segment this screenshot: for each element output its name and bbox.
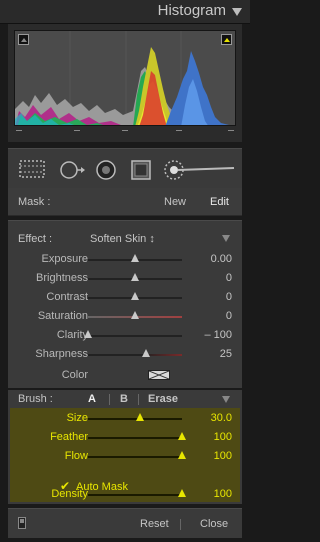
effect-slider-row: Contrast 0 <box>8 289 242 307</box>
brush-b-tab[interactable]: B <box>120 393 128 405</box>
color-label: Color <box>61 369 88 381</box>
panel-toggle-switch[interactable] <box>18 517 26 529</box>
effect-slider-thumb[interactable] <box>131 254 139 262</box>
brush-slider-value[interactable]: 30.0 <box>211 412 232 424</box>
density-track[interactable] <box>88 494 182 496</box>
histogram-title: Histogram <box>157 2 226 19</box>
brush-label: Brush : <box>18 393 53 405</box>
footer-bar: Reset Close <box>8 508 242 538</box>
spot-removal-icon[interactable] <box>58 159 88 181</box>
effect-slider-row: Saturation 0 <box>8 308 242 326</box>
divider <box>109 394 110 405</box>
brush-slider-label: Feather <box>50 431 88 443</box>
brush-slider-value[interactable]: 100 <box>214 431 232 443</box>
brush-slider-track[interactable] <box>88 437 182 439</box>
brush-slider-thumb[interactable] <box>178 451 186 459</box>
reset-button[interactable]: Reset <box>140 518 169 530</box>
brush-settings: Size 30.0 Feather 100 Flow 100 ✔ Auto Mask De… <box>10 408 240 502</box>
brush-slider-thumb[interactable] <box>178 432 186 440</box>
brush-slider-row: Size 30.0 <box>10 410 240 428</box>
color-swatch[interactable] <box>148 370 170 380</box>
density-slider-row: Density 100 <box>10 486 240 504</box>
brush-panel: Brush : A B Erase Size 30.0 Feather 100 Flow… <box>8 390 242 504</box>
histogram-area <box>8 24 242 142</box>
histogram-ticks <box>14 130 236 138</box>
histogram-chart <box>15 31 235 125</box>
brush-slider-label: Flow <box>64 450 88 462</box>
effect-panel: Effect : Soften Skin ↕ Exposure 0.00 Brigh… <box>8 220 242 388</box>
effect-slider-row: Clarity – 100 <box>8 327 242 345</box>
effect-slider-value[interactable]: – 100 <box>204 329 232 341</box>
mask-row: Mask : New Edit <box>8 188 242 216</box>
effect-preset-select[interactable]: Soften Skin ↕ <box>90 233 155 245</box>
mask-edit-button[interactable]: Edit <box>210 196 229 208</box>
color-row: Color <box>8 367 242 385</box>
brush-header: Brush : A B Erase <box>8 390 242 408</box>
brush-slider-row: Feather 100 <box>10 429 240 447</box>
mask-label: Mask : <box>18 196 51 208</box>
effect-slider-thumb[interactable] <box>84 330 92 338</box>
red-eye-icon[interactable] <box>94 159 118 181</box>
effect-slider-label: Brightness <box>36 272 88 284</box>
graduated-filter-icon[interactable] <box>130 159 152 181</box>
effect-slider-label: Contrast <box>46 291 88 303</box>
brush-slider-thumb[interactable] <box>135 413 144 421</box>
highlight-clipping-toggle[interactable] <box>221 34 232 45</box>
effect-slider-thumb[interactable] <box>131 292 139 300</box>
density-thumb[interactable] <box>178 489 186 497</box>
brush-slider-row: Flow 100 <box>10 448 240 466</box>
effect-slider-thumb[interactable] <box>142 349 151 357</box>
effect-slider-label: Sharpness <box>35 348 88 360</box>
effect-collapse-icon[interactable] <box>222 235 230 242</box>
effect-label: Effect : <box>18 233 53 245</box>
effect-slider-track[interactable] <box>88 335 182 337</box>
crop-overlay-icon[interactable] <box>18 159 46 179</box>
brush-slider-value[interactable]: 100 <box>214 450 232 462</box>
histogram-panel-header[interactable]: Histogram <box>0 0 250 24</box>
brush-slider-label: Size <box>66 412 88 424</box>
effect-slider-value[interactable]: 0 <box>226 310 232 322</box>
effect-slider-value[interactable]: 0.00 <box>211 253 232 265</box>
collapse-arrow-icon[interactable] <box>232 8 242 16</box>
close-button[interactable]: Close <box>200 518 228 530</box>
divider <box>138 394 139 405</box>
effect-slider-label: Exposure <box>41 253 88 265</box>
divider <box>180 519 181 530</box>
effect-slider-thumb[interactable] <box>131 311 139 319</box>
effect-slider-row: Exposure 0.00 <box>8 251 242 269</box>
no-color-icon <box>149 371 169 379</box>
density-value[interactable]: 100 <box>214 488 232 500</box>
effect-slider-value[interactable]: 25 <box>220 348 232 360</box>
adjustment-brush-icon[interactable] <box>162 159 236 181</box>
brush-erase-tab[interactable]: Erase <box>148 393 178 405</box>
effect-slider-value[interactable]: 0 <box>226 291 232 303</box>
mask-new-button[interactable]: New <box>164 196 186 208</box>
effect-slider-label: Saturation <box>37 310 88 322</box>
effect-slider-row: Brightness 0 <box>8 270 242 288</box>
brush-slider-track[interactable] <box>88 456 182 458</box>
histogram-graph <box>14 30 236 126</box>
shadow-clipping-toggle[interactable] <box>18 34 29 45</box>
effect-slider-row: Sharpness 25 <box>8 346 242 364</box>
effect-slider-thumb[interactable] <box>131 273 139 281</box>
effect-slider-track[interactable] <box>88 354 182 356</box>
brush-a-tab[interactable]: A <box>88 393 96 405</box>
brush-collapse-icon[interactable] <box>222 396 230 403</box>
effect-slider-value[interactable]: 0 <box>226 272 232 284</box>
density-label: Density <box>51 488 88 500</box>
local-tool-strip <box>8 148 242 189</box>
